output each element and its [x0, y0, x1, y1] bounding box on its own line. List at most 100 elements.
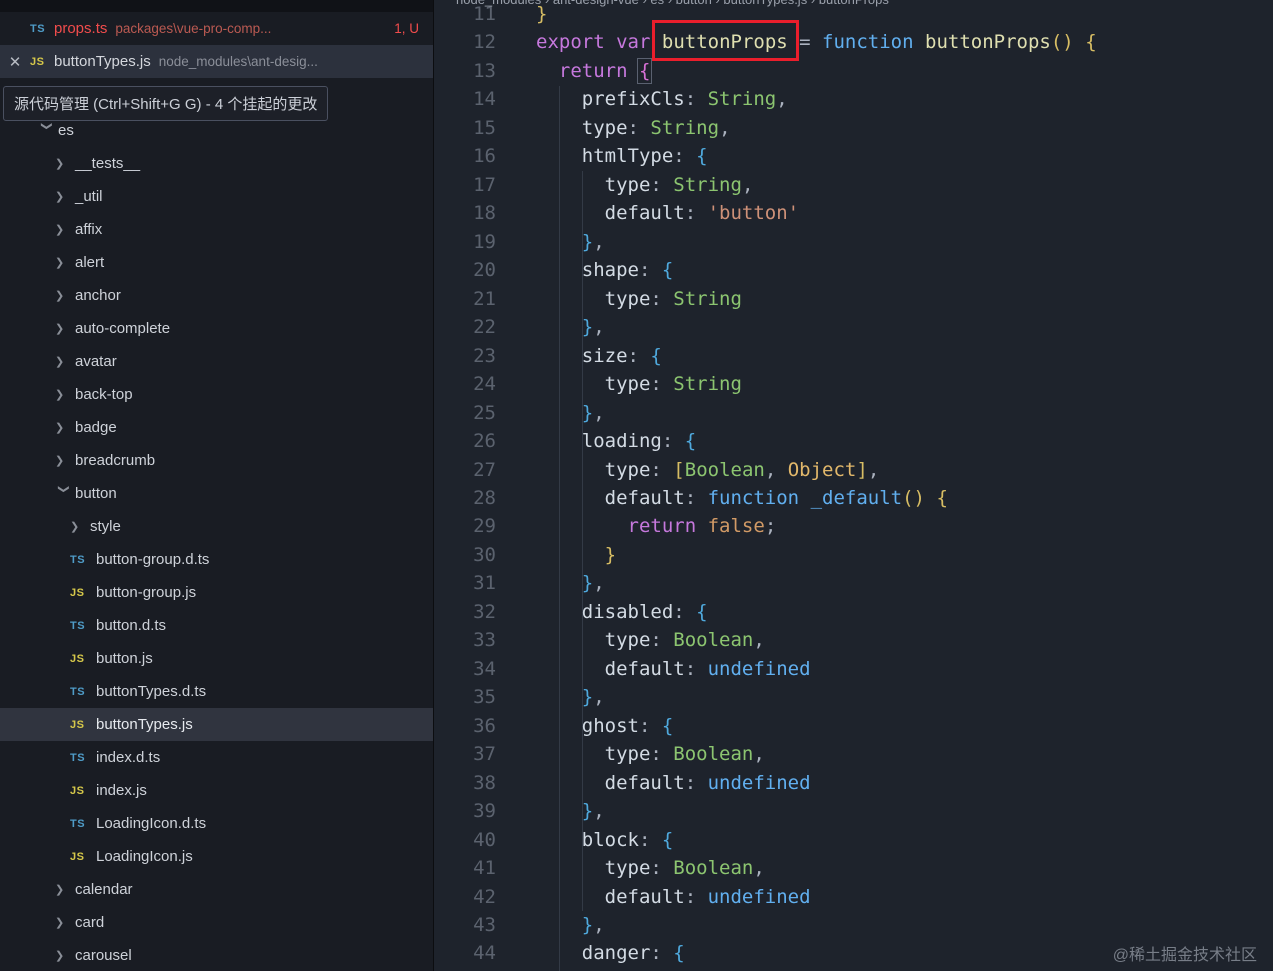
code-line[interactable]: 19 },: [434, 228, 1273, 256]
tree-item-label: affix: [75, 221, 103, 238]
tree-item-button.js[interactable]: JS button.js: [0, 642, 433, 675]
open-editor-buttonTypes.js[interactable]: ✕ JS buttonTypes.js node_modules\ant-desig.…: [0, 45, 433, 78]
chevron-right-icon: ❯: [55, 455, 65, 467]
tree-item-button[interactable]: ❯ button: [0, 477, 433, 510]
code-line[interactable]: 35 },: [434, 683, 1273, 711]
code-text: shape: {: [496, 256, 674, 284]
code-line[interactable]: 31 },: [434, 569, 1273, 597]
code-line[interactable]: 26 loading: {: [434, 427, 1273, 455]
tree-item-index.js[interactable]: JS index.js: [0, 774, 433, 807]
code-line[interactable]: 39 },: [434, 797, 1273, 825]
line-number: 37: [473, 743, 496, 766]
code-line[interactable]: 14 prefixCls: String,: [434, 85, 1273, 113]
code-token: ,: [867, 458, 880, 481]
tree-item-label: button.js: [96, 650, 153, 667]
tree-item-affix[interactable]: ❯ affix: [0, 213, 433, 246]
code-area[interactable]: 11} 12 export var buttonProps = function b…: [434, 0, 1273, 968]
code-token: {: [673, 942, 685, 965]
code-token: ,: [593, 316, 605, 339]
code-line[interactable]: 40 block: {: [434, 826, 1273, 854]
code-line[interactable]: 34 default: undefined: [434, 655, 1273, 683]
code-text: type: String,: [496, 171, 754, 199]
code-line[interactable]: 27 type: [Boolean, Object],: [434, 456, 1273, 484]
code-line[interactable]: 32 disabled: {: [434, 598, 1273, 626]
code-token: shape: [581, 259, 639, 282]
code-token: return: [627, 515, 697, 538]
line-number: 15: [473, 116, 496, 139]
code-line[interactable]: 36 ghost: {: [434, 712, 1273, 740]
code-line[interactable]: 37 type: Boolean,: [434, 740, 1273, 768]
code-token: }: [581, 316, 594, 339]
tree-item-label: card: [75, 914, 105, 931]
tree-item-label: style: [90, 518, 121, 535]
code-line[interactable]: 29 return false;: [434, 512, 1273, 540]
tree-item-alert[interactable]: ❯ alert: [0, 246, 433, 279]
code-line[interactable]: 21 type: String: [434, 285, 1273, 313]
code-line[interactable]: 42 default: undefined: [434, 883, 1273, 911]
tree-item-avatar[interactable]: ❯ avatar: [0, 345, 433, 378]
line-number: 23: [473, 344, 496, 367]
code-line[interactable]: 25 },: [434, 399, 1273, 427]
code-line[interactable]: 41 type: Boolean,: [434, 854, 1273, 882]
tree-item-auto-complete[interactable]: ❯ auto-complete: [0, 312, 433, 345]
code-line[interactable]: 20 shape: {: [434, 256, 1273, 284]
breadcrumb[interactable]: node_modules › ant-design-vue › es › but…: [456, 0, 1273, 8]
code-token: :: [638, 259, 662, 282]
code-line[interactable]: 18 default: 'button': [434, 199, 1273, 227]
tree-item-style[interactable]: ❯ style: [0, 510, 433, 543]
code-line[interactable]: 24 type: String: [434, 370, 1273, 398]
code-token: Boolean: [673, 743, 754, 766]
tree-item-buttonTypes.d.ts[interactable]: TS buttonTypes.d.ts: [0, 675, 433, 708]
code-token: String: [673, 373, 742, 396]
tree-item-anchor[interactable]: ❯ anchor: [0, 279, 433, 312]
code-line[interactable]: 22 },: [434, 313, 1273, 341]
code-line[interactable]: 33 type: Boolean,: [434, 626, 1273, 654]
tree-item-index.d.ts[interactable]: TS index.d.ts: [0, 741, 433, 774]
code-token: }: [581, 686, 594, 709]
tree-item-breadcrumb[interactable]: ❯ breadcrumb: [0, 444, 433, 477]
code-line[interactable]: 12 export var buttonProps = function butt…: [434, 28, 1273, 56]
tree-item-buttonTypes.js[interactable]: JS buttonTypes.js: [0, 708, 433, 741]
code-token: undefined: [707, 657, 811, 680]
tree-item-LoadingIcon.js[interactable]: JS LoadingIcon.js: [0, 840, 433, 873]
code-text: ghost: {: [496, 712, 674, 740]
close-icon[interactable]: ✕: [0, 53, 30, 71]
ts-file-icon: TS: [70, 619, 86, 632]
tree-item-button-group.d.ts[interactable]: TS button-group.d.ts: [0, 543, 433, 576]
code-line[interactable]: 38 default: undefined: [434, 769, 1273, 797]
tree-item-carousel[interactable]: ❯ carousel: [0, 939, 433, 971]
tree-item-calendar[interactable]: ❯ calendar: [0, 873, 433, 906]
tree-item-LoadingIcon.d.ts[interactable]: TS LoadingIcon.d.ts: [0, 807, 433, 840]
source-control-tooltip: 源代码管理 (Ctrl+Shift+G G) - 4 个挂起的更改: [3, 86, 329, 121]
code-text: prefixCls: String,: [496, 85, 788, 113]
tree-item-button.d.ts[interactable]: TS button.d.ts: [0, 609, 433, 642]
code-line[interactable]: 30 }: [434, 541, 1273, 569]
tree-item-badge[interactable]: ❯ badge: [0, 411, 433, 444]
code-line[interactable]: 17 type: String,: [434, 171, 1273, 199]
tree-item-card[interactable]: ❯ card: [0, 906, 433, 939]
tree-item-__tests__[interactable]: ❯ __tests__: [0, 147, 433, 180]
watermark: @稀土掘金技术社区: [1112, 947, 1257, 964]
file-name: buttonTypes.js: [54, 53, 151, 70]
tree-item-label: button-group.js: [96, 584, 197, 601]
code-line[interactable]: 43 },: [434, 911, 1273, 939]
code-line[interactable]: 13 return {: [434, 57, 1273, 85]
tree-item-_util[interactable]: ❯ _util: [0, 180, 433, 213]
tree-item-label: calendar: [75, 881, 133, 898]
tree-item-button-group.js[interactable]: JS button-group.js: [0, 576, 433, 609]
code-line[interactable]: 23 size: {: [434, 342, 1273, 370]
code-token: export: [536, 31, 605, 54]
code-line[interactable]: 28 default: function _default() {: [434, 484, 1273, 512]
tree-item-back-top[interactable]: ❯ back-top: [0, 378, 433, 411]
code-token: =: [787, 31, 823, 54]
open-editor-props.ts[interactable]: TS props.ts packages\vue-pro-comp... 1, U: [0, 12, 433, 45]
code-line[interactable]: 15 type: String,: [434, 114, 1273, 142]
code-line[interactable]: 16 htmlType: {: [434, 142, 1273, 170]
code-editor[interactable]: node_modules › ant-design-vue › es › but…: [434, 0, 1273, 971]
file-path: node_modules\ant-desig...: [158, 54, 318, 69]
